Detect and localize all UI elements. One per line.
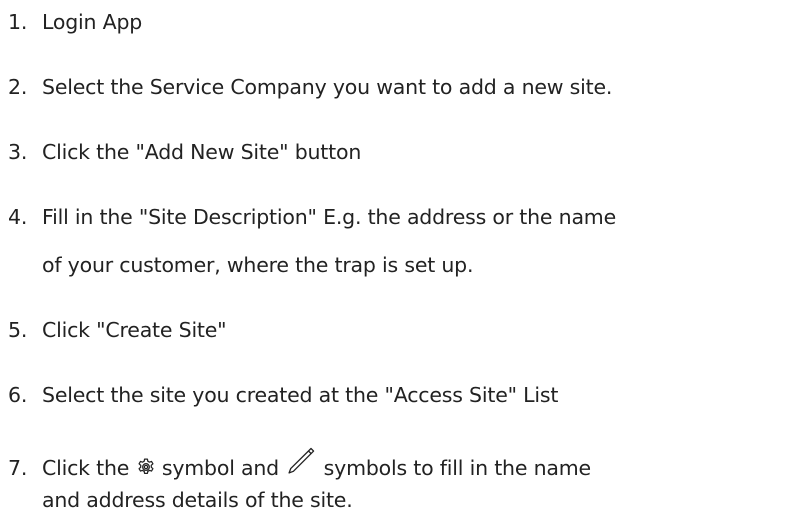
step-number: 2. xyxy=(8,75,28,99)
step-text: symbol and xyxy=(161,456,279,480)
step-continuation: and address details of the site. xyxy=(42,488,353,512)
step-number: 5. xyxy=(8,318,28,342)
list-item: 2. Select the Service Company you want to… xyxy=(0,73,612,101)
gear-icon xyxy=(136,457,156,477)
step-continuation: of your customer, where the trap is set … xyxy=(42,253,474,277)
list-item: 7. Click the symbol and symbols to fill i… xyxy=(0,445,591,482)
pencil-icon xyxy=(285,445,317,477)
step-text: Login App xyxy=(42,10,143,34)
step-text: Click "Create Site" xyxy=(42,318,227,342)
step-text: symbols to fill in the name xyxy=(323,456,591,480)
step-number: 3. xyxy=(8,140,28,164)
step-number: 7. xyxy=(8,456,28,480)
step-number: 4. xyxy=(8,205,28,229)
instruction-list: 1. Login App 2. Select the Service Company… xyxy=(0,0,793,515)
step-text: Fill in the "Site Description" E.g. the … xyxy=(42,205,616,229)
step-text: Select the Service Company you want to a… xyxy=(42,75,613,99)
step-text: Click the xyxy=(42,456,130,480)
step-text: Select the site you created at the "Acce… xyxy=(42,383,559,407)
step-number: 1. xyxy=(8,10,28,34)
list-item: 4. Fill in the "Site Description" E.g. th… xyxy=(0,203,616,231)
list-item: 5. Click "Create Site" xyxy=(0,316,227,344)
list-item: 6. Select the site you created at the "Ac… xyxy=(0,381,558,409)
list-item: 1. Login App xyxy=(0,8,142,36)
step-number: 6. xyxy=(8,383,28,407)
step-text: Click the "Add New Site" button xyxy=(42,140,362,164)
list-item: 3. Click the "Add New Site" button xyxy=(0,138,361,166)
